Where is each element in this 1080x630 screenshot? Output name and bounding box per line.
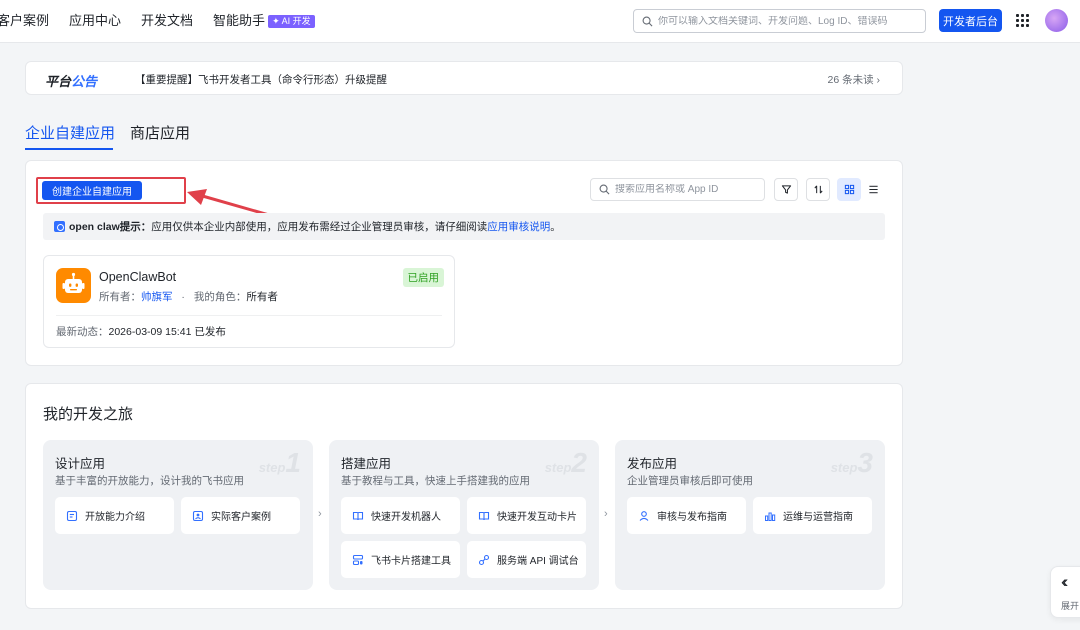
user-check-icon bbox=[639, 510, 649, 521]
review-notice: open claw提示： 应用仅供本企业内部使用，应用发布需经过企业管理员审核，… bbox=[43, 213, 885, 240]
card-builder-icon bbox=[352, 554, 364, 565]
card-builder-button[interactable]: 飞书卡片搭建工具 bbox=[341, 541, 460, 578]
robot-icon bbox=[56, 268, 91, 303]
status-badge: 已启用 bbox=[402, 268, 444, 287]
contact-card-icon bbox=[192, 510, 204, 521]
list-view-icon bbox=[868, 185, 878, 194]
step-desc: 基于教程与工具，快速上手搭建我的应用 bbox=[341, 475, 530, 487]
book-icon bbox=[478, 511, 490, 520]
active-tab-indicator bbox=[25, 148, 113, 150]
announcement-logo: 平台公告 bbox=[45, 74, 98, 89]
user-avatar[interactable] bbox=[1045, 9, 1068, 32]
filter-button[interactable] bbox=[774, 178, 798, 201]
step-separator-icon: › bbox=[604, 508, 608, 520]
quick-card-button[interactable]: 快速开发互动卡片 bbox=[467, 497, 586, 534]
list-view-button[interactable] bbox=[861, 178, 885, 201]
document-icon bbox=[66, 510, 78, 521]
expand-sidebar-button[interactable]: ‹‹ 展开 bbox=[1050, 566, 1080, 618]
api-debug-icon bbox=[478, 554, 490, 565]
doc-search-box[interactable] bbox=[633, 9, 926, 33]
info-icon bbox=[54, 221, 65, 232]
book-icon bbox=[352, 511, 364, 520]
step-card-build: 搭建应用 基于教程与工具，快速上手搭建我的应用 step2 快速开发机器人 快速… bbox=[329, 440, 599, 590]
expand-label: 展开 bbox=[1061, 601, 1080, 611]
ops-guide-button[interactable]: 运维与运营指南 bbox=[753, 497, 872, 534]
grid-view-button[interactable] bbox=[837, 178, 861, 201]
tab-internal-apps[interactable]: 企业自建应用 bbox=[25, 124, 115, 144]
step-separator-icon: › bbox=[318, 508, 322, 520]
app-search-input[interactable] bbox=[615, 184, 760, 195]
step-desc: 企业管理员审核后即可使用 bbox=[627, 475, 753, 487]
view-toggle bbox=[837, 178, 885, 201]
notice-label: open claw提示： bbox=[69, 221, 152, 233]
announcement-text[interactable]: 【重要提醒】飞书开发者工具（命令行形态）升级提醒 bbox=[135, 72, 387, 87]
double-chevron-left-icon: ‹‹ bbox=[1061, 572, 1069, 591]
developer-console-button[interactable]: 开发者后台 bbox=[939, 9, 1002, 32]
nav-smart-assistant[interactable]: 智能助手 ✦ AI 开发 bbox=[213, 12, 315, 30]
journey-title: 我的开发之旅 bbox=[43, 406, 134, 423]
step-watermark: step3 bbox=[830, 447, 873, 478]
notice-end: 。 bbox=[550, 221, 561, 233]
quick-bot-button[interactable]: 快速开发机器人 bbox=[341, 497, 460, 534]
latest-update: 最新动态：2026-03-09 15:41 已发布 bbox=[56, 326, 226, 338]
step-title: 发布应用 bbox=[627, 457, 678, 471]
filter-icon bbox=[781, 185, 791, 194]
tab-store-apps[interactable]: 商店应用 bbox=[130, 124, 190, 144]
app-card[interactable]: OpenClawBot 已启用 所有者：帅旗军 · 我的角色：所有者 最新动态：… bbox=[43, 255, 455, 348]
step-watermark: step2 bbox=[544, 447, 587, 478]
search-icon bbox=[642, 16, 653, 26]
nav-dev-docs[interactable]: 开发文档 bbox=[141, 12, 193, 30]
owner-link[interactable]: 帅旗军 bbox=[141, 291, 173, 303]
app-name[interactable]: OpenClawBot bbox=[99, 270, 176, 284]
customer-cases-button[interactable]: 实际客户案例 bbox=[181, 497, 300, 534]
step-title: 搭建应用 bbox=[341, 457, 392, 471]
bar-chart-icon bbox=[765, 512, 776, 521]
step-watermark: step1 bbox=[258, 447, 301, 478]
app-search-box[interactable] bbox=[590, 178, 765, 201]
app-grid-icon[interactable] bbox=[1016, 14, 1029, 27]
step-title: 设计应用 bbox=[55, 457, 106, 471]
card-divider bbox=[56, 315, 442, 316]
search-icon bbox=[599, 184, 610, 195]
review-guide-link[interactable]: 应用审核说明 bbox=[487, 219, 550, 234]
step-card-design: 设计应用 基于丰富的开放能力，设计我的飞书应用 step1 开放能力介绍 实际客… bbox=[43, 440, 313, 590]
app-meta: 所有者：帅旗军 · 我的角色：所有者 bbox=[99, 291, 278, 303]
sort-icon bbox=[813, 185, 823, 194]
nav-links: 客户案例 应用中心 开发文档 智能助手 ✦ AI 开发 bbox=[0, 12, 335, 30]
review-publish-guide-button[interactable]: 审核与发布指南 bbox=[627, 497, 746, 534]
ai-badge: ✦ AI 开发 bbox=[268, 15, 315, 28]
step-desc: 基于丰富的开放能力，设计我的飞书应用 bbox=[55, 475, 244, 487]
open-capabilities-button[interactable]: 开放能力介绍 bbox=[55, 497, 174, 534]
highlight-box bbox=[36, 177, 186, 204]
announcement-bar[interactable]: 平台公告 【重要提醒】飞书开发者工具（命令行形态）升级提醒 26 条未读 › bbox=[25, 61, 903, 95]
top-nav: 客户案例 应用中心 开发文档 智能助手✦ AI 开发 开发者后台 bbox=[0, 0, 1080, 43]
grid-view-icon bbox=[844, 184, 854, 195]
nav-customer-cases[interactable]: 客户案例 bbox=[0, 12, 49, 30]
step-card-publish: 发布应用 企业管理员审核后即可使用 step3 审核与发布指南 运维与运营指南 bbox=[615, 440, 885, 590]
sort-button[interactable] bbox=[806, 178, 830, 201]
notice-text: 应用仅供本企业内部使用，应用发布需经过企业管理员审核，请仔细阅读 bbox=[151, 221, 488, 233]
nav-app-center[interactable]: 应用中心 bbox=[69, 12, 121, 30]
doc-search-input[interactable] bbox=[658, 15, 918, 27]
api-console-button[interactable]: 服务端 API 调试台 bbox=[467, 541, 586, 578]
nav-smart-assistant-label: 智能助手 bbox=[213, 13, 266, 28]
unread-count[interactable]: 26 条未读 › bbox=[827, 72, 880, 87]
